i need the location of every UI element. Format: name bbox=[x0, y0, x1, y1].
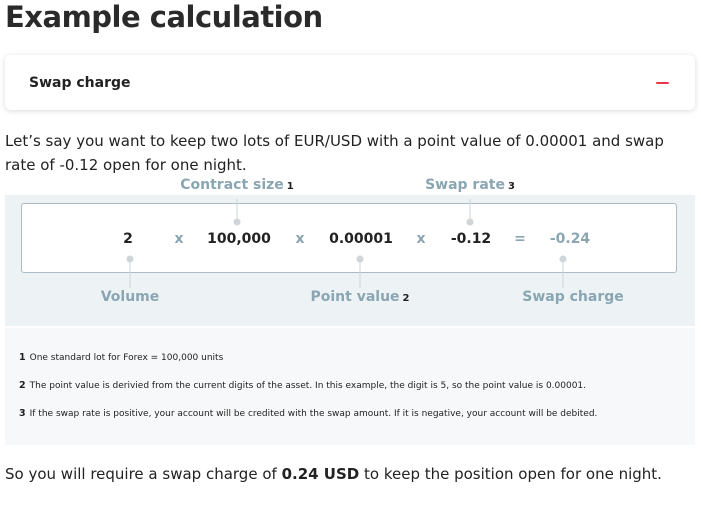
swap-charge-result: -0.24 bbox=[549, 231, 591, 247]
equals-operator: = bbox=[514, 231, 526, 247]
volume-label: Volume bbox=[100, 289, 160, 305]
multiply-operator: x bbox=[416, 231, 426, 247]
swap-rate-value: -0.12 bbox=[450, 231, 492, 247]
connector-dot bbox=[233, 218, 241, 226]
swap-charge-label: Swap charge bbox=[522, 289, 624, 305]
minus-icon[interactable] bbox=[656, 81, 669, 84]
conclusion-text: So you will require a swap charge of 0.2… bbox=[5, 465, 662, 483]
point-value-label: Point value 2 bbox=[310, 289, 410, 305]
volume-value: 2 bbox=[123, 231, 133, 247]
swap-charge-accordion[interactable]: Swap charge bbox=[5, 55, 695, 110]
footnote-ref-1: 1 bbox=[286, 181, 294, 192]
contract-size-label: Contract size 1 bbox=[180, 177, 294, 193]
connector-line bbox=[359, 260, 361, 288]
footnote-ref-2: 2 bbox=[402, 293, 410, 304]
multiply-operator: x bbox=[174, 231, 184, 247]
footnote-ref-3: 3 bbox=[507, 181, 515, 192]
footnote-2: 2 The point value is derivied from the cu… bbox=[19, 380, 587, 391]
intro-text: Let’s say you want to keep two lots of E… bbox=[5, 132, 664, 174]
connector-line bbox=[129, 260, 131, 288]
connector-line bbox=[562, 260, 564, 288]
footnote-3: 3 If the swap rate is positive, your acco… bbox=[19, 408, 598, 419]
multiply-operator: x bbox=[295, 231, 305, 247]
swap-rate-label: Swap rate 3 bbox=[425, 177, 515, 193]
contract-size-value: 100,000 bbox=[207, 231, 271, 247]
footnote-1: 1 One standard lot for Forex = 100,000 un… bbox=[19, 352, 224, 363]
accordion-label: Swap charge bbox=[29, 74, 131, 91]
swap-charge-amount: 0.24 USD bbox=[281, 465, 360, 483]
connector-dot bbox=[466, 218, 474, 226]
page-title: Example calculation bbox=[5, 0, 323, 34]
point-value-value: 0.00001 bbox=[329, 231, 393, 247]
